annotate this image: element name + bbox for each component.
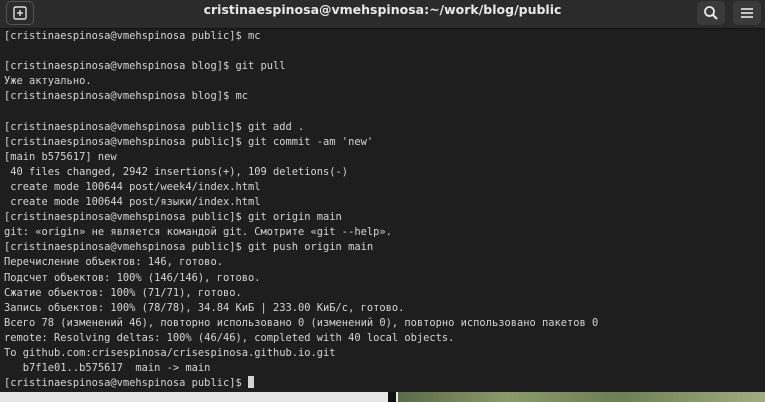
menu-button[interactable] bbox=[733, 1, 761, 25]
terminal-line: [cristinaespinosa@vmehspinosa public]$ m… bbox=[4, 30, 261, 42]
terminal-line: Всего 78 (изменений 46), повторно исполь… bbox=[4, 316, 599, 329]
hamburger-menu-icon bbox=[741, 8, 753, 18]
terminal-line: 40 files changed, 2942 insertions(+), 10… bbox=[4, 165, 349, 178]
terminal-line: [cristinaespinosa@vmehspinosa public]$ g… bbox=[4, 211, 342, 224]
terminal-line: To github.com:crisespinosa/crisespinosa.… bbox=[4, 346, 336, 359]
search-icon bbox=[704, 6, 718, 20]
new-tab-button[interactable] bbox=[6, 1, 34, 25]
title-bar: cristinaespinosa@vmehspinosa:~/work/blog… bbox=[0, 0, 765, 29]
mouse-pointer-icon bbox=[388, 392, 396, 402]
prompt-line[interactable]: [cristinaespinosa@vmehspinosa public]$ bbox=[4, 376, 765, 391]
terminal-output[interactable]: [cristinaespinosa@vmehspinosa public]$ m… bbox=[0, 29, 765, 392]
terminal-line: [cristinaespinosa@vmehspinosa blog]$ mc bbox=[4, 90, 248, 103]
desktop-background bbox=[0, 392, 765, 402]
terminal-line: remote: Resolving deltas: 100% (46/46), … bbox=[4, 331, 455, 344]
shell-prompt: [cristinaespinosa@vmehspinosa public]$ bbox=[4, 377, 248, 390]
terminal-line: create mode 100644 post/языки/index.html bbox=[4, 196, 261, 209]
text-cursor bbox=[247, 376, 254, 389]
search-button[interactable] bbox=[697, 1, 725, 25]
terminal-line: Запись объектов: 100% (78/78), 34.84 КиБ… bbox=[4, 301, 405, 314]
terminal-line: [cristinaespinosa@vmehspinosa blog]$ git… bbox=[4, 60, 286, 73]
terminal-line: [cristinaespinosa@vmehspinosa public]$ g… bbox=[4, 120, 305, 133]
terminal-line: git: «origin» не является командой git. … bbox=[4, 226, 392, 239]
window-title: cristinaespinosa@vmehspinosa:~/work/blog… bbox=[203, 2, 562, 17]
terminal-line: Подсчет объектов: 100% (146/146), готово… bbox=[4, 271, 261, 284]
terminal-line: [cristinaespinosa@vmehspinosa public]$ g… bbox=[4, 135, 374, 148]
terminal-window: cristinaespinosa@vmehspinosa:~/work/blog… bbox=[0, 0, 765, 402]
terminal-line: [cristinaespinosa@vmehspinosa public]$ g… bbox=[4, 241, 374, 254]
wallpaper-strip bbox=[398, 392, 765, 402]
terminal-line: create mode 100644 post/week4/index.html bbox=[4, 180, 261, 193]
terminal-line: Уже актуально. bbox=[4, 75, 92, 88]
new-tab-icon bbox=[13, 6, 27, 20]
terminal-line: Перечисление объектов: 146, готово. bbox=[4, 256, 223, 269]
terminal-line: [main b575617] new bbox=[4, 150, 117, 163]
terminal-line: Сжатие объектов: 100% (71/71), готово. bbox=[4, 286, 242, 299]
terminal-line: b7f1e01..b575617 main -> main bbox=[4, 362, 211, 375]
